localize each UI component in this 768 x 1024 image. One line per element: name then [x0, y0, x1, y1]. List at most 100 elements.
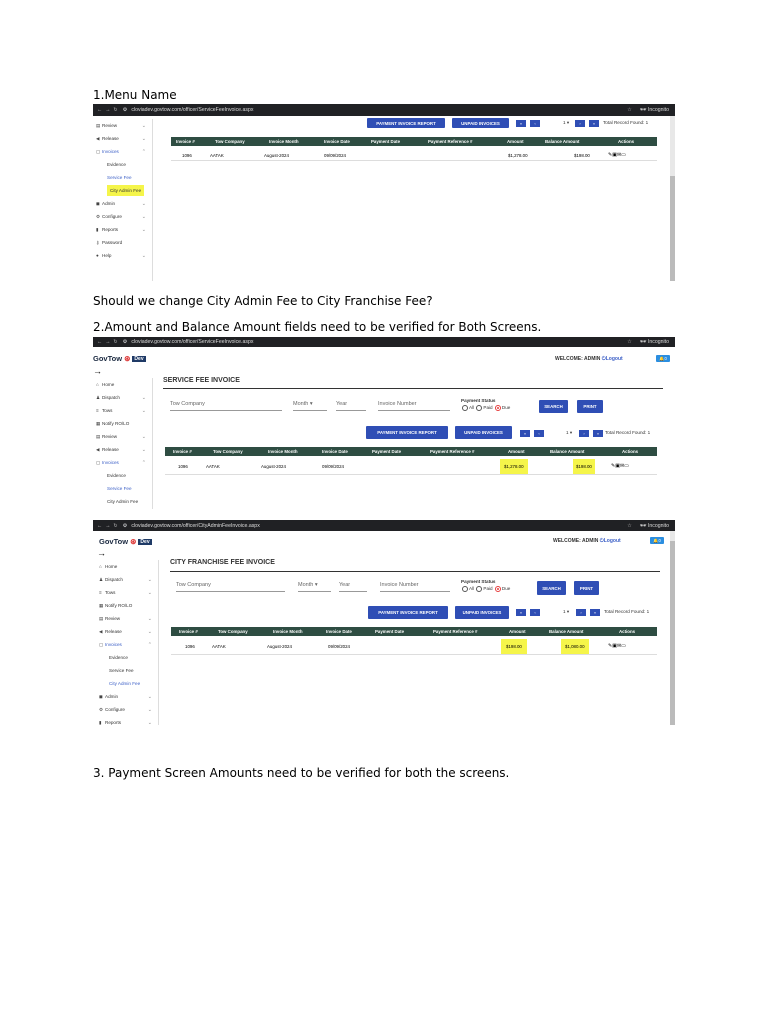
sidebar-item-release[interactable]: ◀ Release ⌄ — [93, 443, 152, 456]
url-text[interactable]: cloviadev.govtow.com/officer/ServiceFeeI… — [131, 107, 627, 113]
sidebar-sub-city-admin-fee[interactable]: City Admin Fee — [93, 184, 152, 197]
unpaid-invoices-button[interactable]: UNPAID INVOICES — [455, 606, 509, 619]
nav-arrows-icon[interactable]: ←→↻ — [97, 107, 121, 113]
col-invoice-date[interactable]: Invoice Date — [326, 629, 352, 634]
next-page-button[interactable]: › — [575, 120, 585, 127]
scrollbar[interactable] — [670, 531, 675, 725]
star-icon[interactable]: ☆ — [627, 523, 632, 529]
next-page-button[interactable]: › — [579, 430, 589, 437]
card-icon[interactable]: ▭ — [621, 643, 626, 649]
url-text[interactable]: cloviadev.govtow.com/officer/ServiceFeeI… — [131, 339, 627, 345]
sidebar-item-review[interactable]: ▤ Review ⌄ — [93, 119, 152, 132]
year-field[interactable]: Year — [339, 582, 367, 592]
radio-paid[interactable] — [476, 586, 483, 592]
radio-due[interactable] — [494, 405, 501, 411]
radio-due[interactable] — [494, 586, 501, 592]
nav-arrows-icon[interactable]: ←→↻ — [97, 523, 121, 529]
col-payment-ref[interactable]: Payment Reference # — [430, 449, 474, 454]
last-page-button[interactable]: » — [589, 120, 599, 127]
sidebar-sub-service-fee[interactable]: Service Fee — [93, 664, 158, 677]
unpaid-invoices-button[interactable]: UNPAID INVOICES — [452, 118, 509, 128]
col-balance-amount[interactable]: Balance Amount — [550, 449, 584, 454]
nav-arrows-icon[interactable]: ←→↻ — [97, 339, 121, 345]
sidebar-sub-evidence[interactable]: Evidence — [93, 651, 158, 664]
col-amount[interactable]: Amount — [509, 629, 526, 634]
card-icon[interactable]: ▭ — [621, 152, 626, 158]
star-icon[interactable]: ☆ — [627, 339, 632, 345]
toggle-arrow-icon[interactable]: → — [97, 548, 106, 558]
col-invoice-month[interactable]: Invoice Month — [273, 629, 303, 634]
payment-invoice-report-button[interactable]: PAYMENT INVOICE REPORT — [366, 426, 448, 439]
sidebar-item-review[interactable]: ▤ Review ⌄ — [93, 612, 158, 625]
col-tow-company[interactable]: Tow Company — [215, 139, 245, 144]
col-payment-ref[interactable]: Payment Reference # — [433, 629, 477, 634]
prev-page-button[interactable]: ‹ — [534, 430, 544, 437]
sidebar-item-notify[interactable]: ▦ Notify RO/LO — [93, 599, 158, 612]
sidebar-item-reports[interactable]: ▮ Reports ⌄ — [93, 716, 158, 726]
last-page-button[interactable]: » — [590, 609, 600, 616]
month-select[interactable]: Month ▾ — [293, 401, 327, 411]
radio-all[interactable] — [462, 405, 468, 411]
col-payment-date[interactable]: Payment Date — [372, 449, 401, 454]
col-tow-company[interactable]: Tow Company — [213, 449, 243, 454]
sidebar-item-help[interactable]: ● Help ⌄ — [93, 249, 152, 262]
page-select[interactable]: 1 ▾ — [563, 120, 569, 126]
sidebar-sub-city-admin-fee[interactable]: City Admin Fee — [93, 495, 152, 508]
col-invoice-date[interactable]: Invoice Date — [324, 139, 350, 144]
sidebar-sub-service-fee[interactable]: Service Fee — [93, 482, 152, 495]
payment-invoice-report-button[interactable]: PAYMENT INVOICE REPORT — [368, 606, 448, 619]
col-invoice-month[interactable]: Invoice Month — [269, 139, 299, 144]
sidebar-sub-city-admin-fee[interactable]: City Admin Fee — [93, 677, 158, 690]
sidebar-item-dispatch[interactable]: ♟ Dispatch ⌄ — [93, 391, 152, 404]
logout-link[interactable]: ⏻Logout — [600, 538, 621, 544]
search-button[interactable]: SEARCH — [539, 400, 568, 413]
col-invoice[interactable]: Invoice # — [176, 139, 195, 144]
tow-company-field[interactable]: Tow Company — [176, 582, 285, 592]
col-payment-date[interactable]: Payment Date — [371, 139, 400, 144]
star-icon[interactable]: ☆ — [627, 107, 632, 113]
card-icon[interactable]: ▭ — [624, 463, 629, 469]
sidebar-sub-service-fee[interactable]: Service Fee — [93, 171, 152, 184]
print-button[interactable]: PRINT — [574, 581, 599, 595]
sidebar-item-release[interactable]: ◀ Release ⌄ — [93, 625, 158, 638]
notification-badge[interactable]: 🔔 0 — [650, 537, 664, 544]
radio-all[interactable] — [462, 586, 468, 592]
first-page-button[interactable]: « — [516, 120, 526, 127]
prev-page-button[interactable]: ‹ — [530, 609, 540, 616]
sidebar-item-home[interactable]: ⌂ Home — [93, 560, 158, 573]
sidebar-item-invoices[interactable]: ▢ Invoices ⌃ — [93, 145, 152, 158]
search-button[interactable]: SEARCH — [537, 581, 566, 595]
page-select[interactable]: 1 ▾ — [566, 430, 572, 436]
unpaid-invoices-button[interactable]: UNPAID INVOICES — [455, 426, 512, 439]
sidebar-item-configure[interactable]: ⚙ Configure ⌄ — [93, 703, 158, 716]
sidebar-item-invoices[interactable]: ▢ Invoices ⌃ — [93, 638, 158, 651]
sidebar-item-reports[interactable]: ▮ Reports ⌄ — [93, 223, 152, 236]
col-balance-amount[interactable]: Balance Amount — [545, 139, 579, 144]
sidebar-item-tows[interactable]: ≡ Tows ⌄ — [93, 404, 152, 417]
page-select[interactable]: 1 ▾ — [563, 609, 569, 615]
sidebar-item-home[interactable]: ⌂ Home — [93, 378, 152, 391]
col-invoice[interactable]: Invoice # — [179, 629, 198, 634]
col-payment-date[interactable]: Payment Date — [375, 629, 404, 634]
tow-company-field[interactable]: Tow Company — [170, 401, 282, 411]
sidebar-item-admin[interactable]: ◼ Admin ⌄ — [93, 690, 158, 703]
notification-badge[interactable]: 🔔 0 — [656, 355, 670, 362]
invoice-number-field[interactable]: Invoice Number — [378, 401, 450, 411]
col-payment-ref[interactable]: Payment Reference # — [428, 139, 472, 144]
prev-page-button[interactable]: ‹ — [530, 120, 540, 127]
last-page-button[interactable]: » — [593, 430, 603, 437]
col-invoice-date[interactable]: Invoice Date — [322, 449, 348, 454]
next-page-button[interactable]: › — [576, 609, 586, 616]
col-tow-company[interactable]: Tow Company — [218, 629, 248, 634]
radio-paid[interactable] — [476, 405, 483, 411]
payment-invoice-report-button[interactable]: PAYMENT INVOICE REPORT — [367, 118, 445, 128]
sidebar-item-review[interactable]: ▤ Review ⌄ — [93, 430, 152, 443]
sidebar-item-dispatch[interactable]: ♟ Dispatch ⌄ — [93, 573, 158, 586]
toggle-arrow-icon[interactable]: → — [93, 366, 102, 376]
invoice-number-field[interactable]: Invoice Number — [380, 582, 450, 592]
logout-link[interactable]: ⏻Logout — [602, 356, 623, 362]
col-amount[interactable]: Amount — [508, 449, 525, 454]
scrollbar[interactable] — [670, 116, 675, 281]
url-text[interactable]: cloviadev.govtow.com/officer/CityAdminFe… — [131, 523, 627, 529]
first-page-button[interactable]: « — [520, 430, 530, 437]
